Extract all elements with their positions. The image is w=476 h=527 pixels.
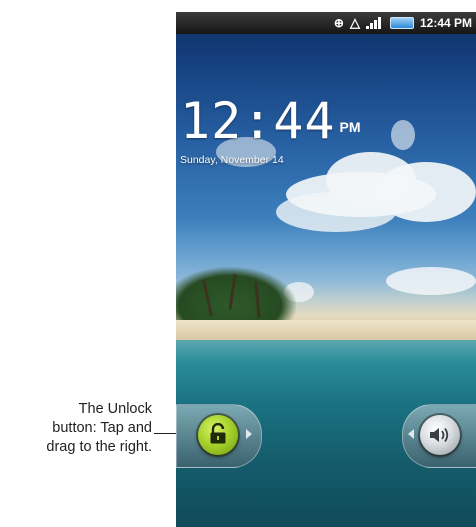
arrow-right-icon bbox=[246, 429, 252, 439]
wallpaper-cloud bbox=[386, 267, 476, 295]
speaker-icon bbox=[430, 427, 449, 443]
sound-toggle-button[interactable] bbox=[420, 415, 460, 455]
status-icons: ⊕ △ 12:44 PM bbox=[334, 15, 472, 31]
lock-clock: 12:44 PM bbox=[180, 92, 361, 150]
unlock-button[interactable] bbox=[198, 415, 238, 455]
signal-icon bbox=[365, 17, 384, 29]
callout-line-2: button: Tap and bbox=[52, 420, 152, 436]
unlock-icon bbox=[210, 423, 226, 444]
callout-line-1: The Unlock bbox=[78, 401, 152, 417]
alert-icon: △ bbox=[349, 15, 360, 30]
battery-icon bbox=[389, 17, 414, 29]
clock-ampm: PM bbox=[339, 119, 361, 135]
status-time: 12:44 PM bbox=[419, 16, 472, 30]
wallpaper-cloud bbox=[276, 192, 396, 232]
callout-line-3: drag to the right. bbox=[46, 439, 152, 455]
arrow-left-icon bbox=[408, 429, 414, 439]
lock-controls bbox=[176, 402, 476, 468]
wallpaper-beach bbox=[176, 320, 476, 340]
gps-icon: ⊕ bbox=[333, 16, 344, 30]
unlock-callout: The Unlock button: Tap and drag to the r… bbox=[0, 400, 152, 457]
status-bar: ⊕ △ 12:44 PM bbox=[176, 12, 476, 34]
clock-time: 12:44 bbox=[180, 92, 336, 150]
lock-screen: ⊕ △ 12:44 PM 12:44 PM Sunday, November 14 bbox=[176, 12, 476, 527]
wallpaper-cloud bbox=[391, 120, 415, 150]
clock-date: Sunday, November 14 bbox=[180, 154, 284, 166]
